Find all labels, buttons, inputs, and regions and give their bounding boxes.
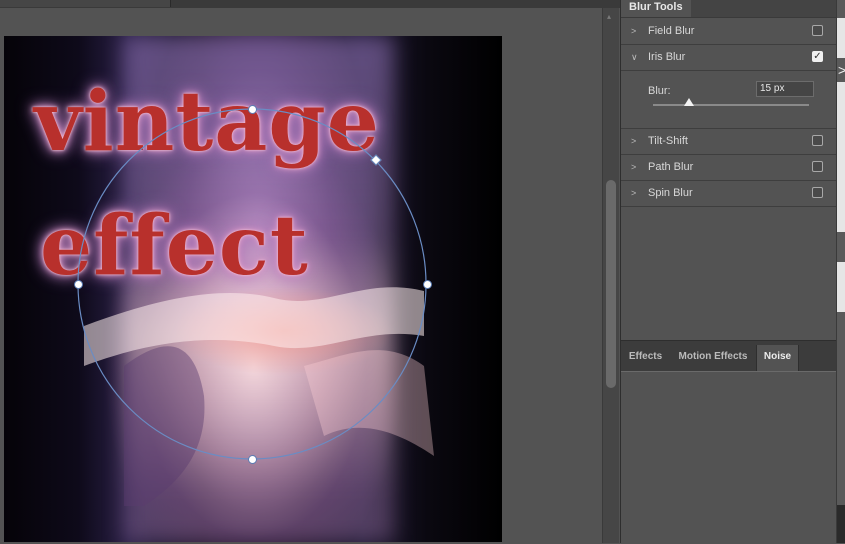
blur-row-path-blur[interactable]: > Path Blur xyxy=(621,155,837,181)
iris-blur-checkbox[interactable]: ✓ xyxy=(812,51,823,62)
blur-amount-label: Blur: xyxy=(648,85,671,97)
right-edge-strip xyxy=(836,0,845,543)
spin-blur-checkbox[interactable] xyxy=(812,187,823,198)
iris-handle-bottom[interactable] xyxy=(248,455,257,464)
artwork-text-line-1: vintage xyxy=(34,74,380,170)
blur-slider-thumb[interactable] xyxy=(683,98,694,106)
blur-row-label: Path Blur xyxy=(648,161,694,173)
field-blur-checkbox[interactable] xyxy=(812,25,823,36)
blur-tools-panel: Blur Tools > Field Blur ∨ Iris Blur ✓ Bl… xyxy=(620,0,837,544)
blur-amount-input[interactable]: 15 px xyxy=(756,81,814,97)
blur-row-field-blur[interactable]: > Field Blur xyxy=(621,19,837,45)
iris-handle-top[interactable] xyxy=(248,105,257,114)
document-tab-strip xyxy=(0,0,620,8)
panel-header: Blur Tools xyxy=(621,0,837,18)
blur-row-iris-blur[interactable]: ∨ Iris Blur ✓ xyxy=(621,45,837,71)
chevron-right-icon[interactable]: > xyxy=(631,188,636,198)
edge-segment xyxy=(837,262,845,312)
blur-row-label: Spin Blur xyxy=(648,187,693,199)
checkmark-icon: ✓ xyxy=(813,51,822,62)
edge-segment xyxy=(837,505,845,543)
edge-segment xyxy=(837,82,845,232)
edge-segment xyxy=(837,18,845,58)
blur-row-label: Iris Blur xyxy=(648,51,686,63)
panel-empty-area xyxy=(621,207,837,340)
effects-tab-bar: Effects Motion Effects Noise xyxy=(621,340,837,371)
tab-noise[interactable]: Noise xyxy=(756,345,799,371)
chevron-right-icon[interactable]: > xyxy=(631,26,636,36)
scroll-up-icon[interactable]: ▴ xyxy=(607,12,611,21)
blur-row-tilt-shift[interactable]: > Tilt-Shift xyxy=(621,129,837,155)
blur-slider-track[interactable] xyxy=(653,104,809,106)
cursor-icon: > xyxy=(838,62,845,78)
tab-effects[interactable]: Effects xyxy=(621,345,670,371)
scrollbar-thumb[interactable] xyxy=(606,180,616,388)
chevron-down-icon[interactable]: ∨ xyxy=(631,52,638,63)
blur-row-label: Field Blur xyxy=(648,25,695,37)
panel-title[interactable]: Blur Tools xyxy=(621,0,691,17)
image-preview[interactable]: vintage effect xyxy=(4,36,502,542)
tab-motion-effects[interactable]: Motion Effects xyxy=(670,345,756,371)
iris-handle-right[interactable] xyxy=(423,280,432,289)
path-blur-checkbox[interactable] xyxy=(812,161,823,172)
effects-panel-body xyxy=(621,371,837,544)
blur-row-spin-blur[interactable]: > Spin Blur xyxy=(621,181,837,207)
blur-row-label: Tilt-Shift xyxy=(648,135,688,147)
chevron-right-icon[interactable]: > xyxy=(631,162,636,172)
canvas-area[interactable]: vintage effect xyxy=(0,8,602,543)
iris-handle-left[interactable] xyxy=(74,280,83,289)
tilt-shift-checkbox[interactable] xyxy=(812,135,823,146)
document-tab[interactable] xyxy=(0,0,171,7)
chevron-right-icon[interactable]: > xyxy=(631,136,636,146)
iris-blur-settings: Blur: 15 px xyxy=(621,71,837,129)
canvas-vertical-scrollbar[interactable]: ▴ xyxy=(602,8,619,543)
